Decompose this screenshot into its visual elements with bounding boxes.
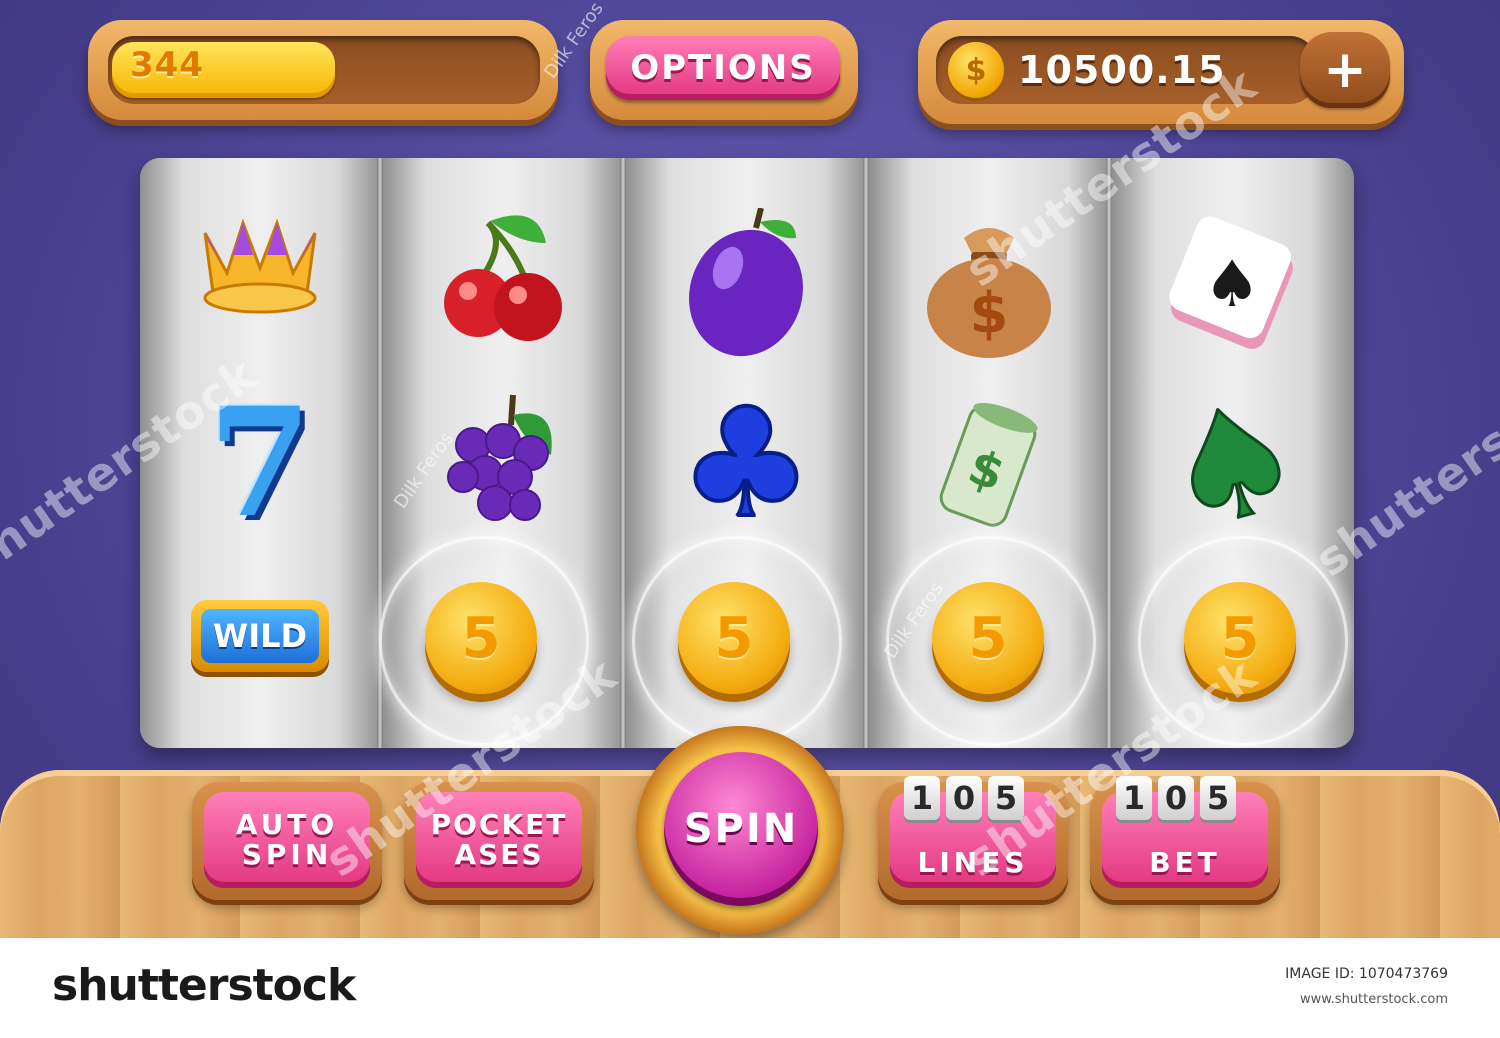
slot-game: 344 OPTIONS $ 10500.15 + $ ♠ 7 ♣ $ ♠ WIL… (0, 0, 1500, 938)
cash-roll-icon: $ (909, 383, 1069, 543)
pocket-ases-button[interactable]: POCKET ASES (416, 792, 582, 888)
lines-digit: 5 (988, 776, 1024, 820)
club-glyph: ♣ (679, 393, 813, 533)
lines-digit: 0 (946, 776, 982, 820)
pocket-ases-line-2: ASES (454, 838, 544, 871)
spade-glyph: ♠ (1162, 393, 1302, 533)
coin-icon: $ (948, 42, 1004, 98)
wild-badge: WILD (180, 556, 340, 716)
reel-window: $ ♠ 7 ♣ $ ♠ WILD 5 5 5 5 (140, 158, 1354, 748)
balance-value: 10500.15 (1018, 48, 1226, 92)
coin-symbol: 5 (1160, 558, 1320, 718)
bet-counter: 1 0 5 (1116, 776, 1236, 820)
footer-logo: shutterstock (52, 960, 356, 1011)
coin-value: 5 (425, 582, 537, 694)
coin-value: 5 (1184, 582, 1296, 694)
reel-divider (620, 158, 626, 748)
coin-value: 5 (932, 582, 1044, 694)
spade-icon: ♠ (1152, 383, 1312, 543)
wild-text: WILD (201, 609, 319, 663)
add-coins-button[interactable]: + (1300, 32, 1390, 108)
coin-value: 5 (678, 582, 790, 694)
reel-divider (1106, 158, 1112, 748)
auto-spin-line-1: AUTO (235, 808, 339, 841)
lines-digit: 1 (904, 776, 940, 820)
spade-card-icon: ♠ (1152, 203, 1312, 363)
plum-icon (666, 203, 826, 363)
coin-symbol: 5 (908, 558, 1068, 718)
lines-counter: 1 0 5 (904, 776, 1024, 820)
spade-card-glyph: ♠ (1203, 248, 1260, 322)
bet-label: BET (1149, 846, 1221, 879)
wild-frame: WILD (191, 600, 329, 672)
club-icon: ♣ (666, 383, 826, 543)
spin-button[interactable]: SPIN (664, 752, 818, 906)
seven-icon: 7 (180, 383, 340, 543)
lines-label: LINES (917, 846, 1029, 879)
auto-spin-line-2: SPIN (241, 838, 333, 871)
crown-icon (180, 178, 340, 338)
seven-text: 7 (207, 375, 313, 551)
bet-digit: 1 (1116, 776, 1152, 820)
bag-dollar-text: $ (970, 281, 1009, 346)
coin-symbol: 5 (654, 558, 814, 718)
auto-spin-button[interactable]: AUTO SPIN (204, 792, 370, 888)
pocket-ases-line-1: POCKET (430, 808, 568, 841)
footer-image-id: IMAGE ID: 1070473769 (1285, 966, 1448, 982)
bet-digit: 0 (1158, 776, 1194, 820)
footer-url: www.shutterstock.com (1299, 992, 1448, 1007)
money-bag-icon: $ (909, 203, 1069, 363)
coin-symbol: 5 (401, 558, 561, 718)
reel-divider (863, 158, 869, 748)
options-button[interactable]: OPTIONS (606, 36, 840, 100)
cherries-icon (423, 198, 583, 358)
grapes-icon (423, 380, 583, 540)
level-value: 344 (130, 45, 204, 85)
bet-digit: 5 (1200, 776, 1236, 820)
